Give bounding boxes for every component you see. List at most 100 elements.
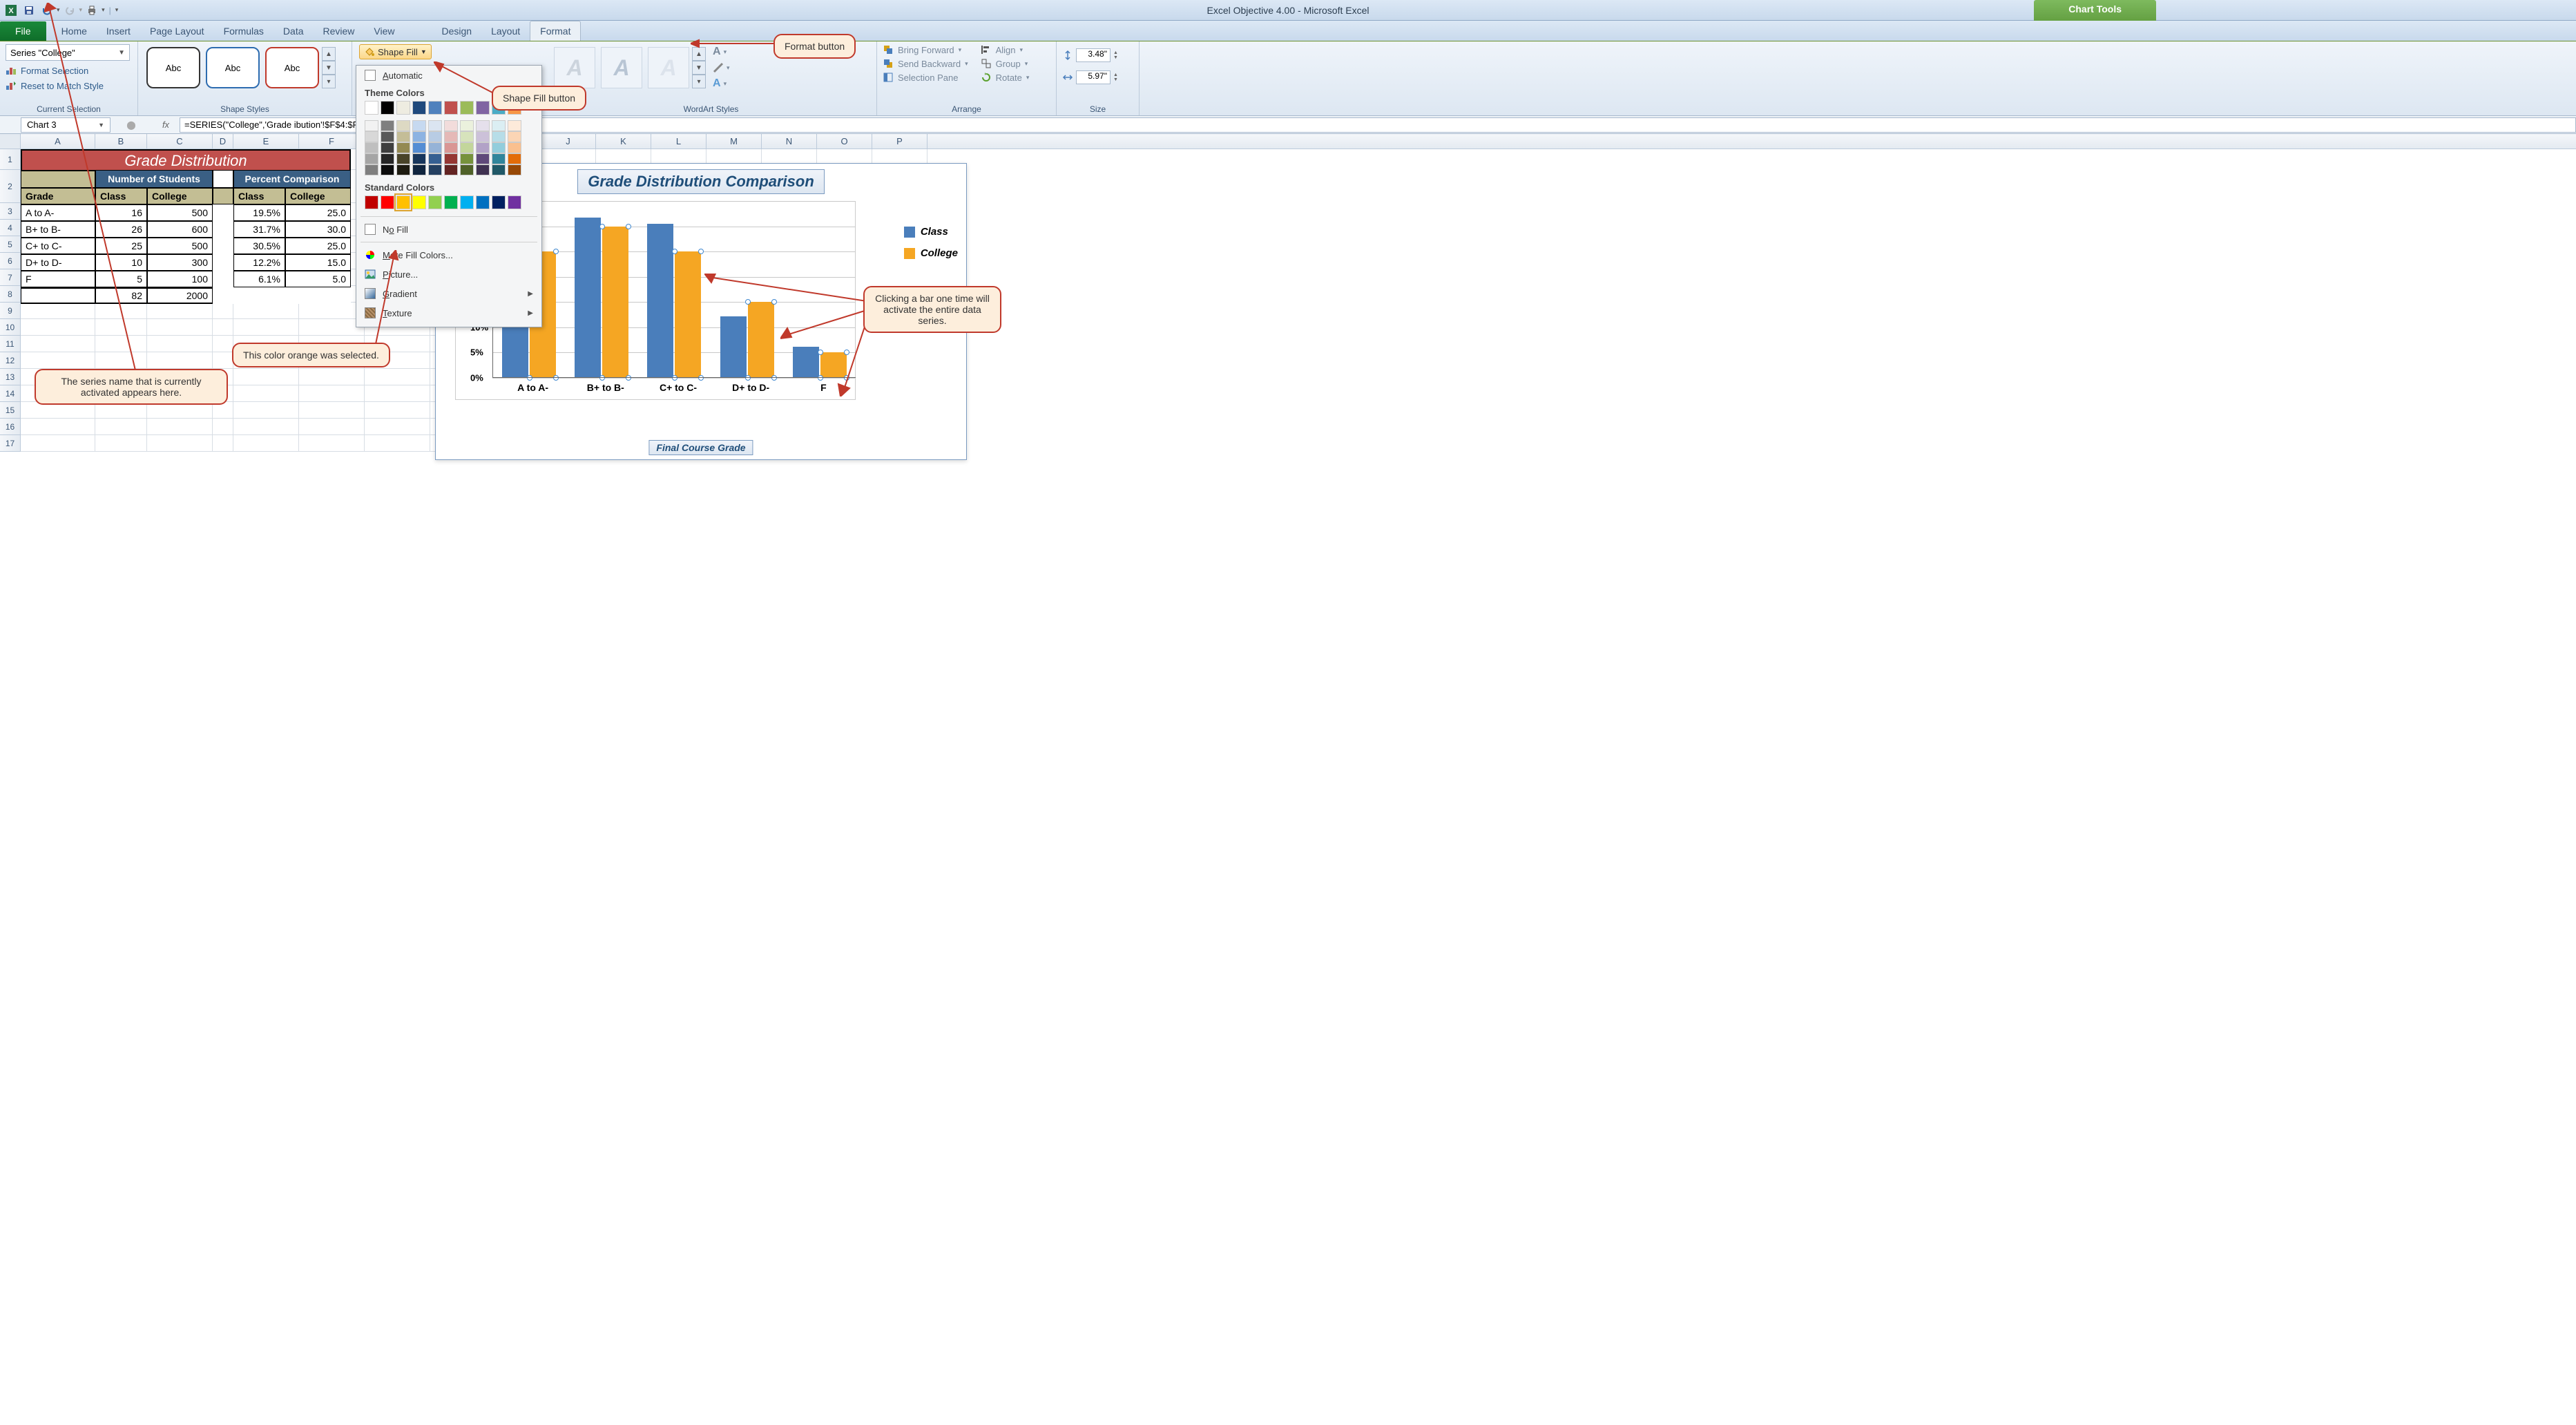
- color-swatch[interactable]: [460, 131, 474, 142]
- color-swatch[interactable]: [444, 153, 458, 164]
- group-button[interactable]: Group▾: [981, 58, 1030, 69]
- row-header[interactable]: 8: [0, 286, 21, 303]
- selection-handle[interactable]: [698, 249, 704, 254]
- color-swatch[interactable]: [492, 164, 506, 175]
- row-header[interactable]: 5: [0, 236, 21, 253]
- cell[interactable]: [365, 385, 430, 402]
- color-swatch[interactable]: [476, 101, 490, 115]
- tab-review[interactable]: Review: [314, 21, 365, 41]
- color-swatch[interactable]: [381, 195, 394, 209]
- column-header[interactable]: F: [299, 134, 365, 149]
- cell[interactable]: [95, 435, 147, 452]
- cell[interactable]: [299, 369, 365, 385]
- selection-handle[interactable]: [698, 375, 704, 381]
- stepper-up-icon[interactable]: ▲: [1113, 73, 1118, 77]
- color-swatch[interactable]: [412, 153, 426, 164]
- color-swatch[interactable]: [412, 195, 426, 209]
- color-swatch[interactable]: [412, 164, 426, 175]
- selection-handle[interactable]: [527, 375, 532, 381]
- fx-icon[interactable]: fx: [152, 119, 180, 130]
- file-tab[interactable]: File: [0, 21, 46, 41]
- cell[interactable]: [233, 402, 299, 419]
- chart-legend[interactable]: Class College: [904, 226, 958, 269]
- cell[interactable]: [213, 352, 233, 369]
- text-outline-button[interactable]: ▾: [713, 62, 730, 73]
- chart-title[interactable]: Grade Distribution Comparison: [577, 169, 825, 194]
- shape-style-1[interactable]: Abc: [146, 47, 200, 88]
- cell[interactable]: [213, 419, 233, 435]
- cell[interactable]: [147, 435, 213, 452]
- height-input[interactable]: 3.48": [1076, 48, 1111, 62]
- color-swatch[interactable]: [428, 120, 442, 131]
- cell[interactable]: [233, 435, 299, 452]
- no-fill-option[interactable]: No Fill: [356, 220, 541, 239]
- color-swatch[interactable]: [428, 164, 442, 175]
- color-swatch[interactable]: [365, 153, 378, 164]
- bar-college[interactable]: [675, 251, 701, 378]
- color-swatch[interactable]: [476, 164, 490, 175]
- selection-handle[interactable]: [626, 375, 631, 381]
- color-swatch[interactable]: [476, 195, 490, 209]
- gallery-down-icon[interactable]: ▼: [322, 61, 336, 75]
- bring-forward-button[interactable]: Bring Forward▾: [883, 44, 968, 55]
- column-header[interactable]: N: [762, 134, 817, 149]
- color-swatch[interactable]: [508, 164, 521, 175]
- row-header[interactable]: 7: [0, 269, 21, 286]
- color-swatch[interactable]: [428, 195, 442, 209]
- color-swatch[interactable]: [365, 120, 378, 131]
- excel-icon[interactable]: X: [3, 3, 19, 18]
- color-swatch[interactable]: [428, 101, 442, 115]
- cell[interactable]: [147, 336, 213, 352]
- column-header[interactable]: M: [707, 134, 762, 149]
- row-header[interactable]: 12: [0, 352, 21, 369]
- row-header[interactable]: 10: [0, 319, 21, 336]
- wordart-up-icon[interactable]: ▲: [692, 47, 706, 61]
- color-swatch[interactable]: [412, 101, 426, 115]
- color-swatch[interactable]: [396, 131, 410, 142]
- color-swatch[interactable]: [476, 153, 490, 164]
- color-swatch[interactable]: [444, 142, 458, 153]
- color-swatch[interactable]: [365, 131, 378, 142]
- cell[interactable]: [365, 435, 430, 452]
- cell[interactable]: [299, 402, 365, 419]
- selection-handle[interactable]: [599, 375, 605, 381]
- row-header[interactable]: 1: [0, 149, 21, 170]
- row-header[interactable]: 6: [0, 253, 21, 269]
- bar-class[interactable]: [793, 347, 819, 378]
- row-header[interactable]: 4: [0, 220, 21, 236]
- color-swatch[interactable]: [492, 153, 506, 164]
- cell[interactable]: [233, 319, 299, 336]
- save-icon[interactable]: [21, 3, 37, 18]
- cell[interactable]: [147, 319, 213, 336]
- color-swatch[interactable]: [365, 142, 378, 153]
- color-swatch[interactable]: [444, 164, 458, 175]
- row-header[interactable]: 2: [0, 170, 21, 203]
- column-header[interactable]: C: [147, 134, 213, 149]
- bar-class[interactable]: [647, 224, 673, 378]
- color-swatch[interactable]: [412, 142, 426, 153]
- color-swatch[interactable]: [396, 142, 410, 153]
- wordart-style-1[interactable]: A: [554, 47, 595, 88]
- column-header[interactable]: P: [872, 134, 927, 149]
- wordart-down-icon[interactable]: ▼: [692, 61, 706, 75]
- color-swatch[interactable]: [492, 120, 506, 131]
- stepper-down-icon[interactable]: ▼: [1113, 77, 1118, 82]
- color-swatch[interactable]: [460, 120, 474, 131]
- selection-handle[interactable]: [553, 249, 559, 254]
- wordart-style-2[interactable]: A: [601, 47, 642, 88]
- shape-style-2[interactable]: Abc: [206, 47, 260, 88]
- color-swatch[interactable]: [444, 120, 458, 131]
- color-swatch[interactable]: [412, 131, 426, 142]
- color-swatch[interactable]: [460, 164, 474, 175]
- selection-handle[interactable]: [745, 375, 751, 381]
- text-effects-button[interactable]: A▾: [713, 77, 730, 90]
- shape-fill-button[interactable]: Shape Fill ▼: [359, 44, 432, 59]
- shape-style-3[interactable]: Abc: [265, 47, 319, 88]
- color-swatch[interactable]: [508, 195, 521, 209]
- cell[interactable]: [365, 402, 430, 419]
- selection-handle[interactable]: [626, 224, 631, 229]
- color-swatch[interactable]: [396, 153, 410, 164]
- color-swatch[interactable]: [381, 142, 394, 153]
- stepper-down-icon[interactable]: ▼: [1113, 55, 1118, 60]
- color-swatch[interactable]: [428, 131, 442, 142]
